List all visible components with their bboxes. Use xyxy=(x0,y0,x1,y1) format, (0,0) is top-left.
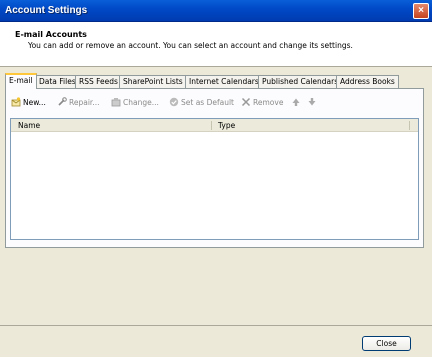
new-button-label: New... xyxy=(23,97,46,107)
tab-rss-feeds[interactable]: RSS Feeds xyxy=(75,75,122,89)
change-button[interactable]: Change... xyxy=(111,97,159,107)
footer-divider xyxy=(0,325,432,326)
remove-button[interactable]: Remove xyxy=(241,97,283,107)
new-account-icon xyxy=(11,97,21,107)
remove-button-label: Remove xyxy=(253,97,284,107)
close-button[interactable]: Close xyxy=(362,336,411,351)
tab-data-files[interactable]: Data Files xyxy=(35,75,80,89)
column-divider[interactable] xyxy=(409,121,410,130)
tab-published-calendars[interactable]: Published Calendars xyxy=(258,75,343,89)
new-button[interactable]: New... xyxy=(11,97,46,107)
move-up-button[interactable] xyxy=(291,97,301,107)
arrow-down-icon xyxy=(307,97,317,107)
tab-email[interactable]: E-mail xyxy=(5,73,37,89)
change-button-label: Change... xyxy=(123,97,159,107)
move-down-button[interactable] xyxy=(307,97,317,107)
header-panel: E-mail Accounts You can add or remove an… xyxy=(0,22,432,67)
tab-internet-calendars[interactable]: Internet Calendars xyxy=(185,75,263,89)
tab-address-books[interactable]: Address Books xyxy=(336,75,399,89)
set-as-default-button[interactable]: Set as Default xyxy=(169,97,234,107)
window-title: Account Settings xyxy=(5,5,88,16)
header-description: You can add or remove an account. You ca… xyxy=(28,41,353,50)
arrow-up-icon xyxy=(291,97,301,107)
repair-button-label: Repair... xyxy=(69,97,100,107)
header-title: E-mail Accounts xyxy=(15,30,87,39)
tab-sharepoint-lists[interactable]: SharePoint Lists xyxy=(119,75,187,89)
column-divider[interactable] xyxy=(211,121,212,130)
repair-icon xyxy=(57,97,67,107)
list-header: Name Type xyxy=(11,119,418,132)
accounts-list[interactable]: Name Type xyxy=(10,118,419,240)
email-tab-panel: New... Repair... Change... Set as Defaul… xyxy=(5,88,424,248)
set-as-default-label: Set as Default xyxy=(181,97,234,107)
check-icon xyxy=(169,97,179,107)
column-header-name[interactable]: Name xyxy=(18,121,40,130)
column-header-type[interactable]: Type xyxy=(218,121,235,130)
repair-button[interactable]: Repair... xyxy=(57,97,99,107)
title-bar: Account Settings × xyxy=(0,0,432,22)
window-close-icon[interactable]: × xyxy=(413,3,429,19)
remove-icon xyxy=(241,97,251,107)
change-icon xyxy=(111,97,121,107)
